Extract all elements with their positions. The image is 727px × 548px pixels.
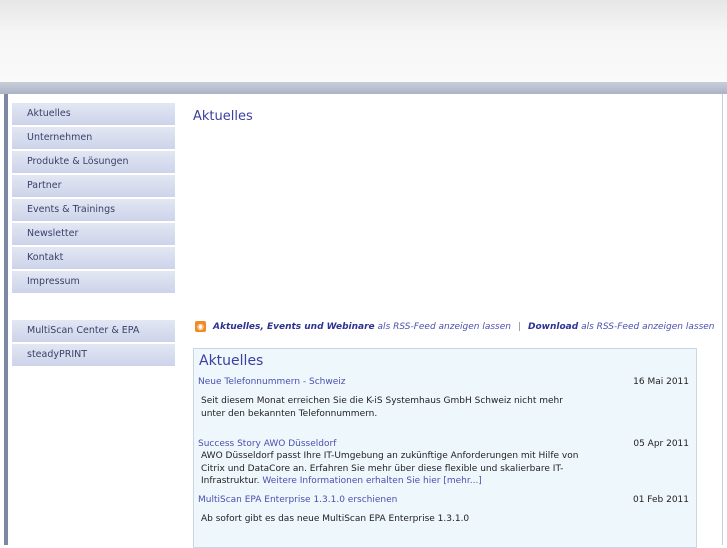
news-title-link[interactable]: Success Story AWO Düsseldorf xyxy=(198,439,693,449)
rss-link-download[interactable]: Download als RSS-Feed anzeigen lassen xyxy=(528,322,714,332)
news-item: MultiScan EPA Enterprise 1.3.1.0 erschie… xyxy=(198,495,693,526)
news-title-link[interactable]: Neue Telefonnummern - Schweiz xyxy=(198,377,693,387)
rss-links: ◉ Aktuelles, Events und Webinare als RSS… xyxy=(195,321,715,332)
nav-item-newsletter[interactable]: Newsletter xyxy=(12,223,175,245)
news-body: Seit diesem Monat erreichen Sie die K-iS… xyxy=(201,396,563,419)
news-title-link[interactable]: MultiScan EPA Enterprise 1.3.1.0 erschie… xyxy=(198,495,693,505)
rss-link-aktuelles[interactable]: Aktuelles, Events und Webinare als RSS-F… xyxy=(213,322,511,332)
news-item: Neue Telefonnummern - Schweiz 16 Mai 201… xyxy=(198,377,693,420)
news-date: 16 Mai 2011 xyxy=(633,377,689,387)
nav-item-kontakt[interactable]: Kontakt xyxy=(12,247,175,269)
news-item: Success Story AWO Düsseldorf 05 Apr 2011… xyxy=(198,439,693,488)
nav-item-impressum[interactable]: Impressum xyxy=(12,271,175,293)
rss-icon[interactable]: ◉ xyxy=(195,321,206,332)
header-band xyxy=(0,82,727,94)
nav-item-partner[interactable]: Partner xyxy=(12,175,175,197)
header xyxy=(0,0,727,82)
nav-item-steadyprint[interactable]: steadyPRINT xyxy=(12,344,175,366)
nav-item-unternehmen[interactable]: Unternehmen xyxy=(12,127,175,149)
news-box: Aktuelles Neue Telefonnummern - Schweiz … xyxy=(193,348,697,548)
nav-item-events[interactable]: Events & Trainings xyxy=(12,199,175,221)
more-link[interactable]: Weitere Informationen erhalten Sie hier … xyxy=(262,476,481,486)
page-title: Aktuelles xyxy=(193,109,253,124)
news-body: Ab sofort gibt es das neue MultiScan EPA… xyxy=(201,514,470,524)
news-date: 05 Apr 2011 xyxy=(633,439,689,449)
news-heading: Aktuelles xyxy=(199,353,264,369)
news-date: 01 Feb 2011 xyxy=(632,495,689,505)
nav-item-produkte[interactable]: Produkte & Lösungen xyxy=(12,151,175,173)
separator: | xyxy=(517,321,522,332)
nav-item-multiscan[interactable]: MultiScan Center & EPA xyxy=(12,320,175,342)
nav-item-aktuelles[interactable]: Aktuelles xyxy=(12,103,175,125)
